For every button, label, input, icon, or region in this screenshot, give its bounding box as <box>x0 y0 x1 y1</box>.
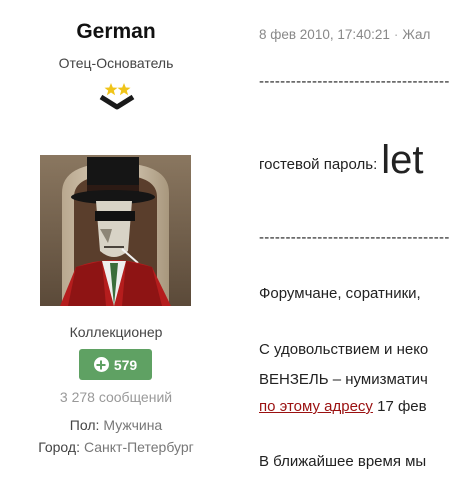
post-paragraph-3: В ближайшее время мы <box>259 453 427 470</box>
guest-password-label: гостевой пароль: <box>259 156 378 173</box>
post-paragraph-2-tail: 17 фев <box>372 398 427 415</box>
post-paragraph-1: Форумчане, соратники, <box>259 285 421 302</box>
post-content: 8 фев 2010, 17:40:21 · Жал ---------------… <box>232 0 449 485</box>
guest-password-value: let <box>381 138 424 182</box>
user-group: Коллекционер <box>69 324 163 340</box>
report-link[interactable]: Жал <box>402 27 430 42</box>
star-icon <box>117 83 131 96</box>
meta-separator: · <box>393 27 399 42</box>
avatar[interactable] <box>40 155 191 306</box>
post-paragraph-4-cut: … <box>259 477 274 485</box>
city-value: Санкт-Петербург <box>83 439 194 455</box>
post-paragraph-2-line-1: С удовольствием и неко <box>259 341 429 358</box>
post-count: 3 278 сообщений <box>59 389 173 405</box>
star-icon <box>104 83 118 96</box>
gender-label: Пол: <box>69 417 100 433</box>
post-meta: 8 фев 2010, 17:40:21 · Жал <box>259 27 430 42</box>
plus-circle-icon <box>93 357 109 372</box>
gender-row: Пол: Мужчина <box>0 417 232 433</box>
gender-value: Мужчина <box>103 417 163 433</box>
username-link[interactable]: German <box>0 20 232 44</box>
post-paragraph-2-line-3: по этому адресу 17 фев <box>259 398 427 415</box>
dash-divider-top: ----------------------------------------… <box>259 73 449 90</box>
post-date[interactable]: 8 фев 2010, 17:40:21 <box>259 27 390 42</box>
reputation-count: 579 <box>113 356 138 373</box>
user-title: Отец-Основатель <box>58 55 174 71</box>
address-link[interactable]: по этому адресу <box>259 398 373 415</box>
post-paragraph-2-line-2: ВЕНЗЕЛЬ – нумизматич <box>259 371 428 388</box>
guest-password-line: гостевой пароль: let <box>259 138 424 183</box>
reputation-button[interactable]: 579 <box>79 349 152 380</box>
chevron-icon <box>99 94 135 110</box>
user-panel: German Отец-Основатель Коллекционер 579 … <box>0 0 232 485</box>
city-row: Город: Санкт-Петербург <box>0 439 232 455</box>
dash-divider-bottom: ----------------------------------------… <box>259 229 449 246</box>
rank-icon <box>99 83 135 110</box>
city-label: Город: <box>38 439 80 455</box>
